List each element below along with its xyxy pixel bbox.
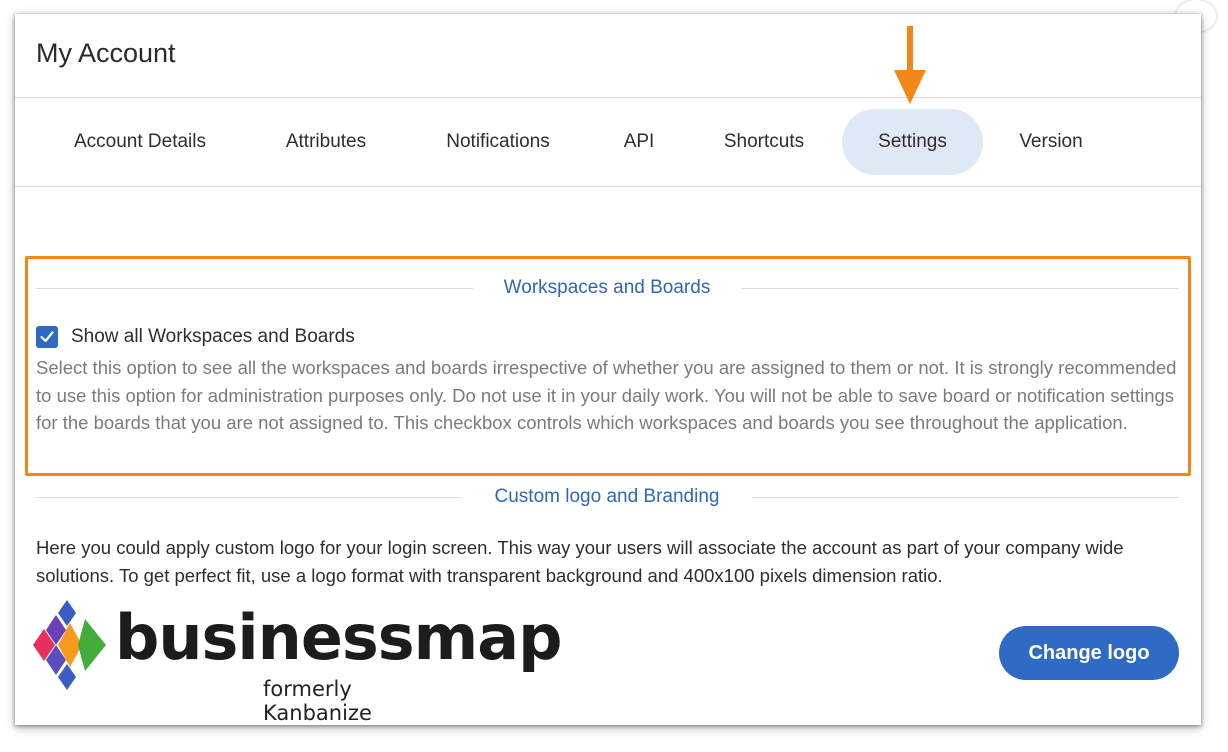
tab-settings[interactable]: Settings (842, 109, 983, 175)
logo-tagline: formerly Kanbanize (263, 677, 372, 725)
workspaces-heading: Workspaces and Boards (503, 277, 711, 298)
arrow-down-icon (894, 26, 926, 104)
branding-description: Here you could apply custom logo for you… (36, 537, 1124, 586)
section-line (36, 497, 462, 498)
my-account-dialog: My Account Account Details Attributes No… (15, 14, 1201, 725)
section-line (36, 288, 473, 289)
change-logo-button[interactable]: Change logo (999, 626, 1179, 680)
show-all-workspaces-checkbox[interactable] (36, 326, 58, 348)
tab-api[interactable]: API (605, 109, 673, 175)
businessmap-logo-icon (33, 600, 106, 690)
custom-logo: businessmap formerly Kanbanize (33, 599, 562, 725)
show-all-workspaces-label[interactable]: Show all Workspaces and Boards (71, 326, 355, 348)
logo-wordmark: businessmap (115, 601, 562, 674)
tab-account-details[interactable]: Account Details (48, 109, 232, 175)
section-line (741, 288, 1179, 289)
tab-version[interactable]: Version (997, 109, 1105, 175)
checkmark-icon (40, 331, 54, 343)
workspaces-description: Select this option to see all the worksp… (36, 357, 1177, 433)
divider (15, 97, 1201, 98)
tab-attributes[interactable]: Attributes (262, 109, 390, 175)
tab-notifications[interactable]: Notifications (421, 109, 575, 175)
section-line (752, 497, 1179, 498)
divider (15, 186, 1201, 187)
page-title: My Account (36, 38, 176, 68)
tab-shortcuts[interactable]: Shortcuts (703, 109, 825, 175)
tab-bar: Account Details Attributes Notifications… (15, 109, 1201, 175)
branding-heading: Custom logo and Branding (494, 486, 720, 507)
